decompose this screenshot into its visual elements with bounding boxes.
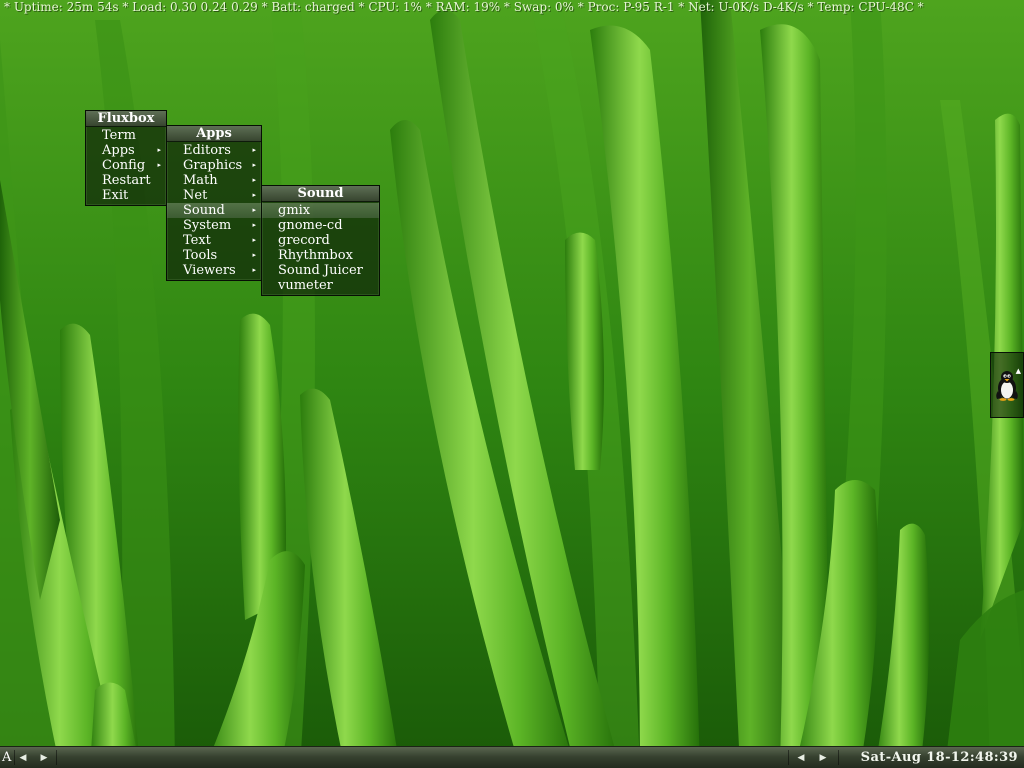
submenu-arrow-icon: ▸	[252, 251, 256, 259]
menu-item-math[interactable]: Math ▸	[167, 173, 261, 188]
submenu-arrow-icon: ▸	[252, 146, 256, 154]
submenu-arrow-icon: ▸	[252, 191, 256, 199]
slit-dock: ▲	[990, 352, 1024, 418]
submenu-arrow-icon: ▸	[252, 266, 256, 274]
submenu-arrow-icon: ▸	[157, 161, 161, 169]
menu-item-exit[interactable]: Exit	[86, 188, 166, 203]
submenu-arrow-icon: ▸	[157, 146, 161, 154]
workspace-name[interactable]: A	[2, 747, 11, 768]
penguin-icon[interactable]	[994, 369, 1020, 401]
submenu-arrow-icon: ▸	[252, 161, 256, 169]
submenu-arrow-icon: ▸	[252, 206, 256, 214]
menu-title-sound: Sound	[262, 186, 379, 202]
submenu-arrow-icon: ▸	[252, 176, 256, 184]
toolbar-clock[interactable]: Sat-Aug 18-12:48:39	[848, 747, 1018, 768]
menu-item-sound-juicer[interactable]: Sound Juicer	[262, 263, 379, 278]
menu-item-config[interactable]: Config ▸	[86, 158, 166, 173]
menu-item-rhythmbox[interactable]: Rhythmbox	[262, 248, 379, 263]
menu-item-system[interactable]: System ▸	[167, 218, 261, 233]
menu-item-editors[interactable]: Editors ▸	[167, 143, 261, 158]
submenu-arrow-icon: ▸	[252, 236, 256, 244]
submenu-arrow-icon: ▸	[252, 221, 256, 229]
prev-workspace-icon[interactable]: ◀	[16, 747, 30, 768]
menu-item-tools[interactable]: Tools ▸	[167, 248, 261, 263]
toolbar-separator	[14, 750, 15, 765]
menu-title-apps: Apps	[167, 126, 261, 142]
next-window-icon[interactable]: ▶	[816, 747, 830, 768]
menu-item-grecord[interactable]: grecord	[262, 233, 379, 248]
menu-item-term[interactable]: Term	[86, 128, 166, 143]
menu-item-vumeter[interactable]: vumeter	[262, 278, 379, 293]
menu-item-sound[interactable]: Sound ▸	[167, 203, 261, 218]
prev-window-icon[interactable]: ◀	[794, 747, 808, 768]
menu-item-gnome-cd[interactable]: gnome-cd	[262, 218, 379, 233]
toolbar-separator	[56, 750, 57, 765]
menu-item-viewers[interactable]: Viewers ▸	[167, 263, 261, 278]
menu-item-apps[interactable]: Apps ▸	[86, 143, 166, 158]
menu-item-graphics[interactable]: Graphics ▸	[167, 158, 261, 173]
sound-submenu: Sound gmix gnome-cd grecord Rhythmbox So…	[261, 185, 380, 296]
system-status-line: * Uptime: 25m 54s * Load: 0.30 0.24 0.29…	[4, 0, 924, 14]
menu-item-text[interactable]: Text ▸	[167, 233, 261, 248]
menu-item-gmix[interactable]: gmix	[262, 203, 379, 218]
apps-submenu: Apps Editors ▸ Graphics ▸ Math ▸ Net ▸ Sound…	[166, 125, 262, 281]
menu-item-restart[interactable]: Restart	[86, 173, 166, 188]
toolbar-separator	[838, 750, 839, 765]
menu-item-net[interactable]: Net ▸	[167, 188, 261, 203]
menu-title-fluxbox: Fluxbox	[86, 111, 166, 127]
next-workspace-icon[interactable]: ▶	[37, 747, 51, 768]
fluxbox-toolbar: A ◀ ▶ ◀ ▶ Sat-Aug 18-12:48:39	[0, 746, 1024, 768]
toolbar-separator	[788, 750, 789, 765]
fluxbox-root-menu: Fluxbox Term Apps ▸ Config ▸ Restart Exit	[85, 110, 167, 206]
